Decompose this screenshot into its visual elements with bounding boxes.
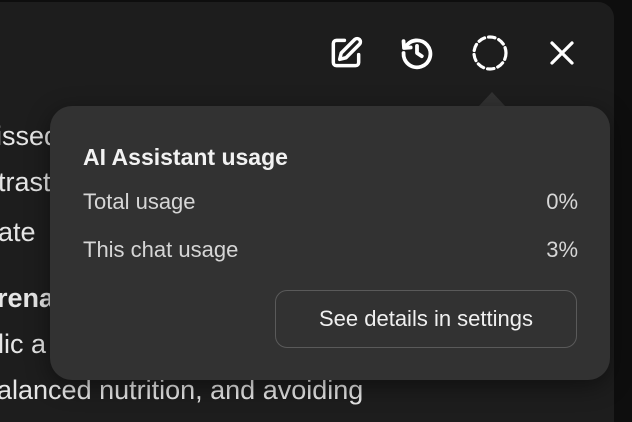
history-button[interactable] — [395, 31, 439, 75]
chat-usage-label: This chat usage — [83, 237, 239, 262]
history-icon — [401, 38, 433, 70]
see-details-button[interactable]: See details in settings — [275, 290, 577, 348]
usage-ring-icon — [472, 35, 508, 71]
popover-title: AI Assistant usage — [83, 144, 288, 170]
total-usage-label: Total usage — [83, 189, 196, 214]
message-text-line: ate — [0, 217, 36, 247]
chat-usage-value: 3% — [546, 237, 578, 262]
edit-icon — [331, 36, 363, 68]
usage-popover: AI Assistant usage Total usage 0% This c… — [50, 106, 610, 380]
chat-usage-row: This chat usage 3% — [83, 237, 578, 263]
new-chat-button[interactable] — [324, 31, 368, 75]
total-usage-value: 0% — [546, 189, 578, 214]
close-button[interactable] — [540, 31, 584, 75]
total-usage-row: Total usage 0% — [83, 189, 578, 215]
popover-caret — [478, 92, 506, 107]
close-icon — [550, 41, 574, 65]
message-text-line: trast — [0, 167, 51, 197]
usage-button[interactable] — [468, 31, 512, 75]
message-text-line: lic a — [0, 329, 47, 359]
